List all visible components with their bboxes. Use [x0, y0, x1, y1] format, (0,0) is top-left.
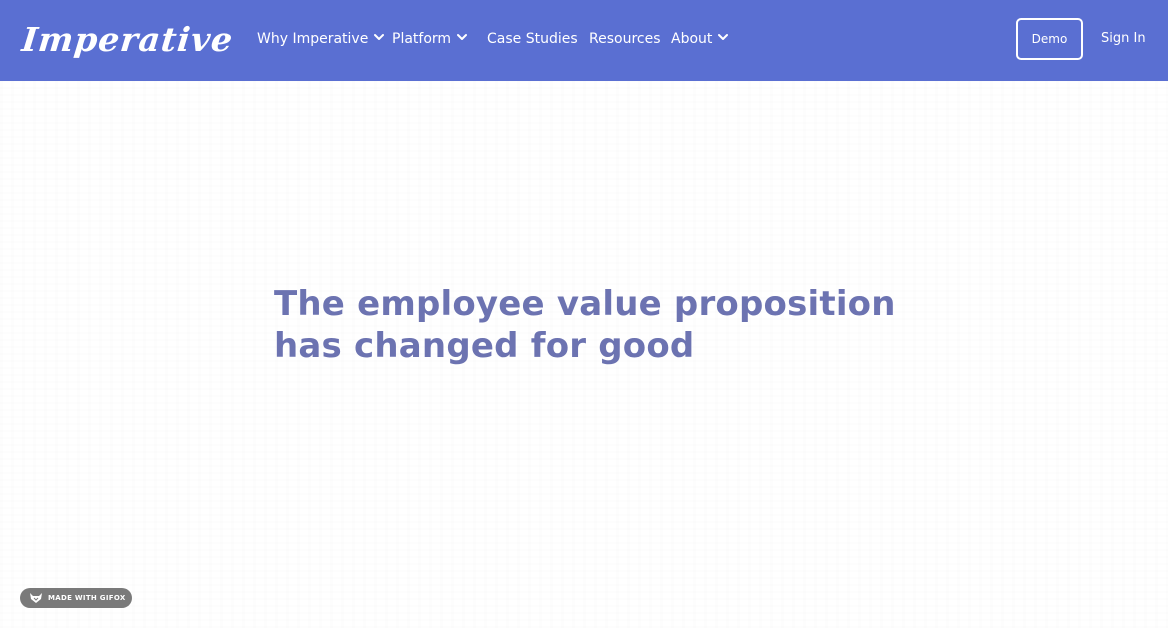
demo-button[interactable]: Demo [1016, 18, 1083, 60]
nav-platform[interactable]: Platform [392, 27, 468, 51]
nav-platform-label: Platform [392, 31, 452, 47]
sign-in-link[interactable]: Sign In [1101, 28, 1146, 50]
gifox-badge[interactable]: MADE WITH GIFOX [20, 588, 132, 608]
hero-headline-line-2: has changed for good [274, 326, 695, 366]
nav-about[interactable]: About [671, 27, 729, 51]
chevron-down-icon [457, 34, 468, 40]
nav-why-imperative[interactable]: Why Imperative [257, 27, 385, 51]
nav-case-studies-label: Case Studies [487, 31, 578, 47]
hero-headline: The employee value proposition has chang… [274, 283, 934, 367]
chevron-down-icon [374, 34, 385, 40]
fox-icon [30, 593, 42, 603]
nav-about-label: About [671, 31, 713, 47]
nav-resources[interactable]: Resources [589, 27, 661, 51]
nav-why-imperative-label: Why Imperative [257, 31, 369, 47]
nav-resources-label: Resources [589, 31, 661, 47]
gifox-badge-label: MADE WITH GIFOX [48, 594, 126, 602]
main-nav: Why Imperative Platform Case Studies Res… [0, 0, 1168, 81]
chevron-down-icon [718, 34, 729, 40]
hero-headline-line-1: The employee value proposition [274, 284, 896, 324]
nav-case-studies[interactable]: Case Studies [487, 27, 578, 51]
top-navigation-bar: Imperative Why Imperative Platform Case … [0, 0, 1168, 81]
